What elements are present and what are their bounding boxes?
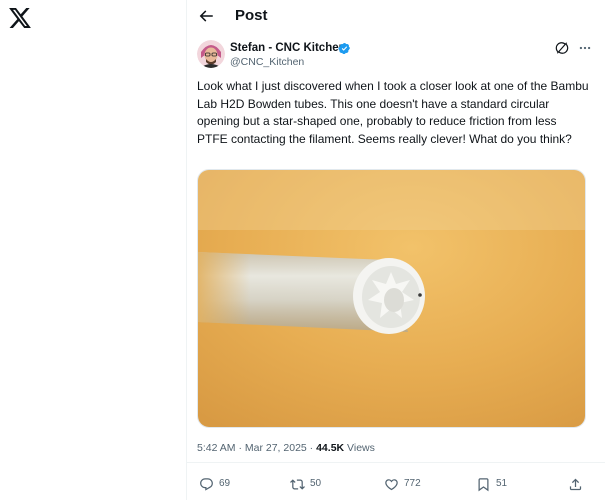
tweet-time[interactable]: 5:42 AM xyxy=(197,442,236,454)
reply-icon xyxy=(200,477,213,491)
avatar[interactable] xyxy=(197,40,225,68)
author-name[interactable]: Stefan - CNC Kitchen xyxy=(230,41,346,55)
like-button[interactable]: 772 xyxy=(384,476,421,492)
repost-icon xyxy=(290,478,305,490)
bookmark-count: 51 xyxy=(496,478,508,489)
x-logo-icon[interactable] xyxy=(9,8,31,28)
repost-button[interactable]: 50 xyxy=(290,476,321,492)
views-count: 44.5K xyxy=(316,442,345,454)
actions-divider xyxy=(187,462,605,463)
author-handle[interactable]: @CNC_Kitchen xyxy=(230,56,304,69)
share-button[interactable] xyxy=(568,476,583,492)
reply-button[interactable]: 69 xyxy=(199,476,230,492)
reply-count: 69 xyxy=(219,478,231,489)
views-label: Views xyxy=(347,442,375,454)
repost-count: 50 xyxy=(310,478,322,489)
heart-icon xyxy=(385,478,398,490)
page-title: Post xyxy=(235,7,268,24)
share-icon xyxy=(569,478,582,490)
tweet-media-image[interactable] xyxy=(197,169,586,428)
verified-badge-icon xyxy=(338,42,351,55)
meta-separator: · xyxy=(309,442,314,454)
grok-icon[interactable] xyxy=(555,41,569,55)
post-column: Post Stefan - CNC Kitchen @CNC_Kitchen L… xyxy=(187,0,605,500)
post-header: Post xyxy=(187,0,605,32)
tweet-meta: 5:42 AM · Mar 27, 2025 · 44.5K Views xyxy=(197,441,375,455)
like-count: 772 xyxy=(404,478,421,489)
back-arrow-icon[interactable] xyxy=(197,7,215,25)
more-options-icon[interactable] xyxy=(577,41,593,55)
tweet-date[interactable]: Mar 27, 2025 xyxy=(245,442,307,454)
bookmark-button[interactable]: 51 xyxy=(476,476,507,492)
meta-separator: · xyxy=(238,442,242,454)
tweet-text: Look what I just discovered when I took … xyxy=(197,79,589,146)
bookmark-icon xyxy=(478,477,489,491)
